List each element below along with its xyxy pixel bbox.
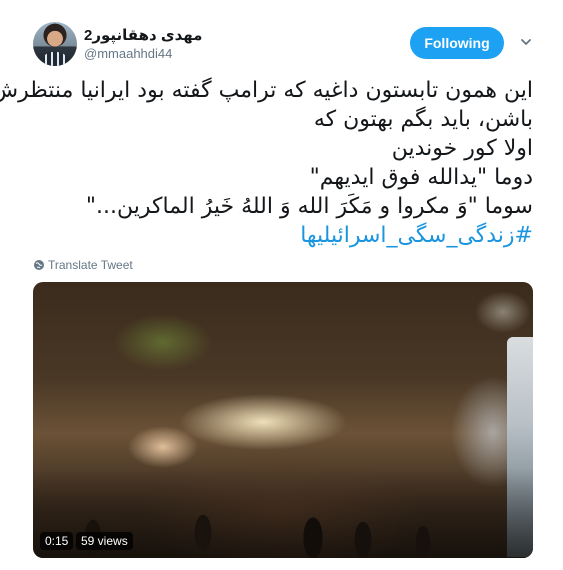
globe-icon [34, 260, 44, 270]
translate-label: Translate Tweet [48, 258, 133, 272]
tweet-line: این همون تابستون داغیه که ترامپ گفته بود… [0, 78, 533, 103]
video-views-badge: 59 views [76, 532, 133, 550]
video-duration-badge: 0:15 [40, 532, 74, 550]
tweet-text: این همون تابستون داغیه که ترامپ گفته بود… [0, 76, 533, 250]
tweet-card: مهدی دهقانپور2 @mmaahhdi44 Following این… [0, 0, 563, 570]
tweet-line: اولا کور خوندین [391, 136, 533, 161]
author-handle[interactable]: @mmaahhdi44 [84, 46, 172, 61]
avatar-shirt [41, 52, 69, 66]
avatar[interactable] [33, 22, 77, 66]
tweet-line: دوما "یدالله فوق ایدیهم" [309, 165, 533, 190]
translate-tweet-link[interactable]: Translate Tweet [33, 258, 133, 272]
chevron-down-icon[interactable] [520, 36, 532, 48]
tweet-line: باشن، باید بگم بهتون که [313, 107, 533, 132]
tweet-line: سوما "وَ مکروا و مَکَرَ الله وَ اللهُ خَ… [85, 194, 533, 219]
author-name[interactable]: مهدی دهقانپور2 [84, 26, 202, 44]
following-button[interactable]: Following [410, 27, 504, 59]
hashtag-link[interactable]: #زندگی_سگی_اسرائیلیها [30, 221, 533, 250]
video-player[interactable]: 0:15 59 views [33, 282, 533, 558]
